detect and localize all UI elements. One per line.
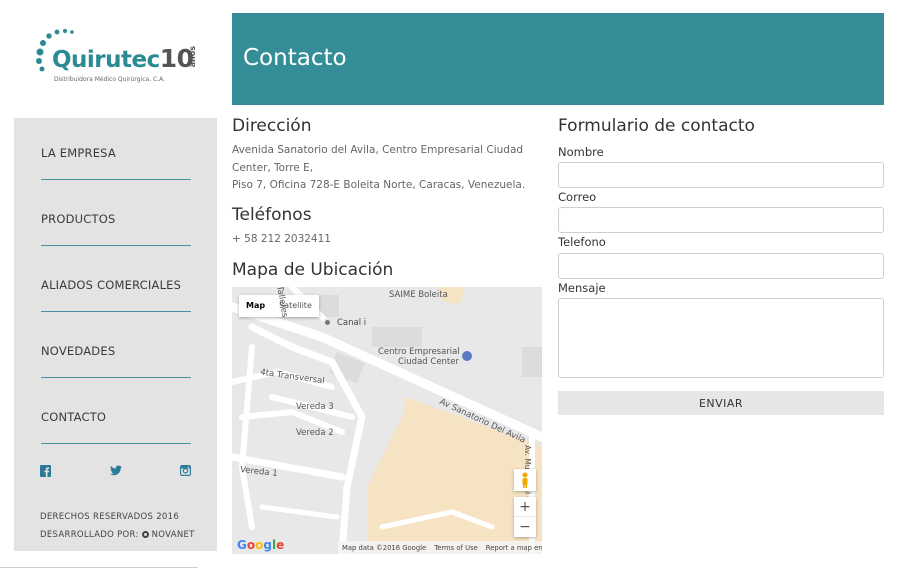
zoom-in-button[interactable]: + bbox=[514, 497, 536, 517]
developer-link[interactable]: NOVANET bbox=[152, 530, 195, 540]
report-error-link[interactable]: Report a map error bbox=[486, 544, 542, 552]
map-label-saime: SAIME Boleita bbox=[389, 290, 448, 300]
email-label: Correo bbox=[558, 190, 597, 204]
logo-name: Quirutec10 bbox=[52, 44, 194, 73]
canal-marker-icon bbox=[323, 318, 332, 327]
send-button[interactable]: ENVIAR bbox=[558, 391, 884, 415]
logo-subtitle: Distribuidora Médico Quirúrgica, C.A. bbox=[54, 76, 166, 83]
map-label-centro-2: Ciudad Center bbox=[398, 357, 459, 367]
zoom-out-button[interactable]: − bbox=[514, 517, 536, 537]
sidebar-item-label: PRODUCTOS bbox=[41, 212, 116, 226]
developer-credit: DESARROLLADO POR: NOVANET bbox=[40, 530, 195, 540]
map-type-map[interactable]: Map bbox=[239, 295, 272, 317]
message-field[interactable] bbox=[558, 298, 884, 378]
divider bbox=[41, 179, 191, 180]
shopping-marker-icon bbox=[462, 351, 472, 361]
map-title: Mapa de Ubicación bbox=[232, 260, 394, 280]
map-label-canal: Canal i bbox=[337, 318, 367, 328]
sidebar-item-label: ALIADOS COMERCIALES bbox=[41, 278, 182, 292]
sidebar-item-label: LA EMPRESA bbox=[41, 146, 116, 160]
message-label: Mensaje bbox=[558, 281, 606, 295]
facebook-icon[interactable] bbox=[40, 465, 51, 477]
footer-divider bbox=[0, 567, 198, 568]
sidebar-item-label: CONTACTO bbox=[41, 410, 107, 424]
sidebar-item-contacto[interactable]: CONTACTO bbox=[41, 406, 191, 444]
address-title: Dirección bbox=[232, 116, 312, 136]
phone-field[interactable] bbox=[558, 253, 884, 279]
map-label-centro-1: Centro Empresarial bbox=[378, 347, 460, 357]
divider bbox=[41, 443, 191, 444]
sidebar-item-novedades[interactable]: NOVEDADES bbox=[41, 340, 191, 378]
phone-label: Telefono bbox=[558, 235, 606, 249]
address-text: Avenida Sanatorio del Avila, Centro Empr… bbox=[232, 144, 526, 191]
street-view-pegman-icon[interactable] bbox=[514, 469, 536, 491]
twitter-icon[interactable] bbox=[110, 465, 122, 477]
email-field[interactable] bbox=[558, 207, 884, 233]
name-label: Nombre bbox=[558, 145, 604, 159]
map-attribution: Map data ©2016 Google Terms of Use Repor… bbox=[338, 541, 542, 554]
sidebar-item-label: NOVEDADES bbox=[41, 344, 116, 358]
divider bbox=[41, 311, 191, 312]
terms-link[interactable]: Terms of Use bbox=[434, 544, 478, 552]
map-zoom-control: + − bbox=[514, 497, 536, 537]
divider bbox=[41, 245, 191, 246]
novanet-icon bbox=[141, 531, 149, 538]
sidebar: LA EMPRESA PRODUCTOS ALIADOS COMERCIALES… bbox=[14, 118, 217, 551]
sidebar-item-la-empresa[interactable]: LA EMPRESA bbox=[41, 142, 191, 180]
map-label-vereda-3: Vereda 3 bbox=[296, 402, 334, 412]
map-canvas bbox=[232, 287, 542, 554]
page-header: Contacto bbox=[232, 13, 884, 105]
phones-title: Teléfonos bbox=[232, 205, 312, 225]
logo[interactable]: Quirutec10 años Distribuidora Médico Qui… bbox=[30, 24, 210, 94]
divider bbox=[41, 377, 191, 378]
phone-number: + 58 212 2032411 bbox=[232, 233, 331, 245]
logo-years-word: años bbox=[188, 46, 197, 68]
page-title: Contacto bbox=[243, 45, 347, 71]
form-title: Formulario de contacto bbox=[558, 116, 755, 136]
copyright-text: DERECHOS RESERVADOS 2016 bbox=[40, 512, 180, 522]
map-data-text: Map data ©2016 Google bbox=[342, 543, 427, 552]
google-logo[interactable]: Google bbox=[237, 538, 284, 552]
sidebar-item-productos[interactable]: PRODUCTOS bbox=[41, 208, 191, 246]
location-map[interactable]: Map Satellite SAIME Boleita Talleres Can… bbox=[232, 287, 542, 554]
instagram-icon[interactable] bbox=[180, 465, 191, 477]
map-label-vereda-2: Vereda 2 bbox=[296, 428, 334, 438]
sidebar-item-aliados-comerciales[interactable]: ALIADOS COMERCIALES bbox=[41, 274, 191, 312]
name-field[interactable] bbox=[558, 162, 884, 188]
